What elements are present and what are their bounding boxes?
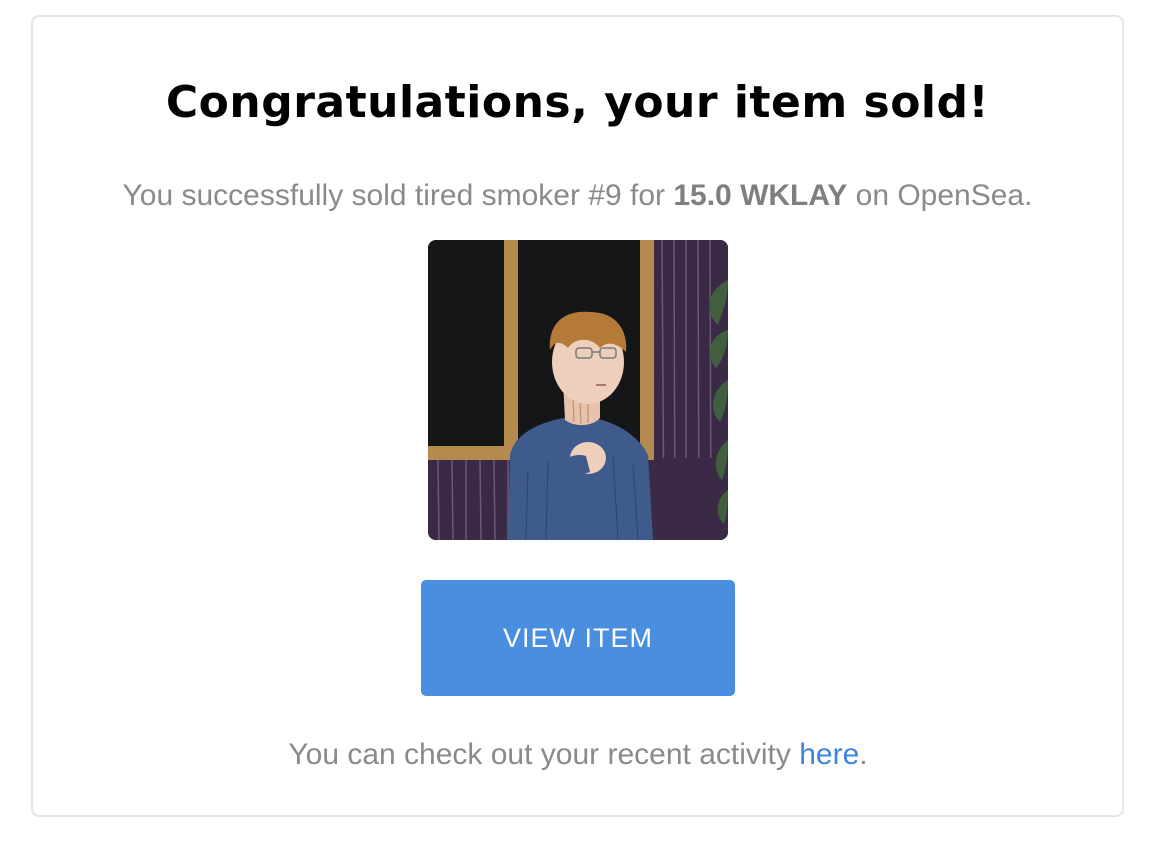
item-image[interactable] xyxy=(428,240,728,540)
footer-suffix: . xyxy=(859,738,868,771)
footer-prefix: You can check out your recent activity xyxy=(288,738,800,771)
item-illustration xyxy=(428,240,728,540)
view-item-button[interactable]: VIEW ITEM xyxy=(421,580,735,696)
sale-message: You successfully sold tired smoker #9 fo… xyxy=(33,177,1122,215)
sale-message-prefix: You successfully sold tired smoker #9 fo… xyxy=(122,179,674,212)
activity-footer: You can check out your recent activity h… xyxy=(0,736,1156,774)
sale-amount: 15.0 WKLAY xyxy=(673,179,848,212)
page-title: Congratulations, your item sold! xyxy=(165,77,990,128)
activity-link[interactable]: here xyxy=(799,738,859,771)
sale-message-suffix: on OpenSea. xyxy=(847,179,1033,212)
